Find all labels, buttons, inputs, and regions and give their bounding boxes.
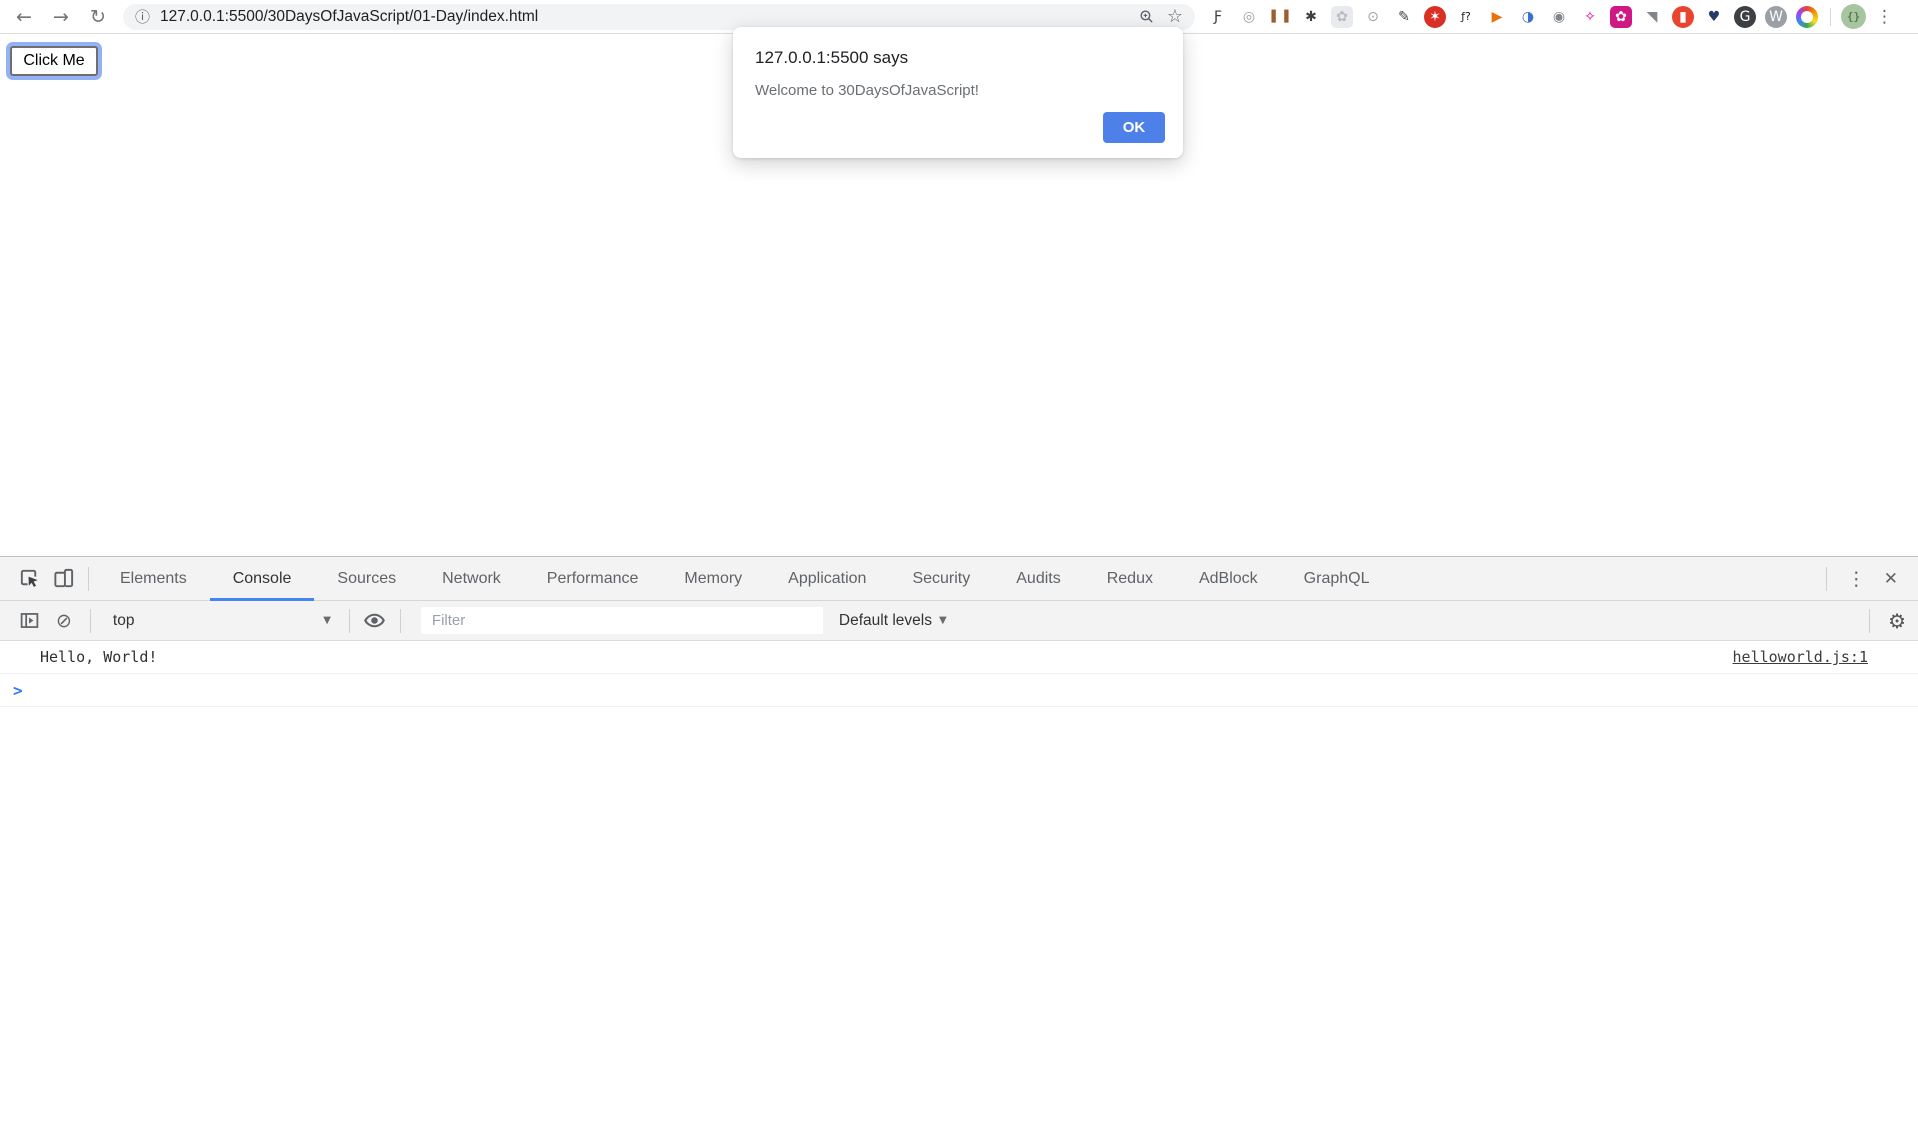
devtools-menu-icon[interactable]: ⋮ <box>1835 568 1878 590</box>
tab-memory[interactable]: Memory <box>661 557 765 601</box>
tab-security[interactable]: Security <box>889 557 993 601</box>
console-toolbar-separator-1 <box>90 609 91 633</box>
alert-title: 127.0.0.1:5500 says <box>755 48 1161 68</box>
clear-console-icon[interactable]: ⊘ <box>56 610 72 632</box>
graphql-extension-icon[interactable]: ✧ <box>1579 6 1601 28</box>
devtools-panel: Elements Console Sources Network Perform… <box>0 556 1918 1146</box>
heart-search-extension-icon[interactable]: ♥ <box>1703 6 1725 28</box>
click-me-button[interactable]: Click Me <box>10 46 98 76</box>
console-settings-gear-icon[interactable]: ⚙ <box>1888 609 1906 633</box>
swirl-extension-icon[interactable]: ◑ <box>1517 6 1539 28</box>
back-icon[interactable]: ← <box>10 3 38 31</box>
tab-graphql[interactable]: GraphQL <box>1281 557 1393 601</box>
log-levels-select[interactable]: Default levels ▼ <box>839 612 947 630</box>
console-filter-input[interactable] <box>421 607 823 634</box>
bookmark-extension-icon[interactable]: ▮ <box>1672 6 1694 28</box>
eyedropper-extension-icon[interactable]: ✎ <box>1393 6 1415 28</box>
tab-sources[interactable]: Sources <box>314 557 419 601</box>
code-dots-extension-icon[interactable]: ⊙ <box>1362 6 1384 28</box>
alert-ok-button[interactable]: OK <box>1103 112 1165 143</box>
live-expression-eye-icon[interactable] <box>358 604 392 638</box>
console-toolbar-separator-2 <box>349 609 350 633</box>
inspect-element-icon[interactable] <box>12 562 46 596</box>
execution-context-value: top <box>113 612 323 630</box>
tab-audits[interactable]: Audits <box>993 557 1083 601</box>
pink-settings-extension-icon[interactable]: ✿ <box>1610 6 1632 28</box>
chevron-down-icon: ▼ <box>323 615 331 626</box>
console-log-text: Hello, World! <box>0 648 157 666</box>
tab-application[interactable]: Application <box>765 557 889 601</box>
profile-avatar[interactable]: {} <box>1841 4 1866 29</box>
camera-extension-icon[interactable]: ◉ <box>1548 6 1570 28</box>
console-log-row: Hello, World! helloworld.js:1 <box>0 641 1918 674</box>
browser-menu-icon[interactable]: ⋮ <box>1876 7 1893 27</box>
console-source-link[interactable]: helloworld.js:1 <box>1733 648 1918 666</box>
extensions-row: Ƒ ◎ ▌▐ ✱ ✿ ⊙ ✎ ✶ ƒ? ▶ ◑ ◉ ✧ ✿ ◥ ▮ ♥ GW <box>1207 6 1818 28</box>
function-help-extension-icon[interactable]: ƒ? <box>1455 6 1477 28</box>
console-toolbar-separator-3 <box>400 609 401 633</box>
site-info-icon[interactable]: ⓘ <box>135 6 150 27</box>
console-toolbar: ⊘ top ▼ Default levels ▼ ⚙ <box>0 601 1918 641</box>
tab-adblock[interactable]: AdBlock <box>1176 557 1281 601</box>
execution-context-select[interactable]: top ▼ <box>103 607 341 635</box>
stop-hand-extension-icon[interactable]: ✶ <box>1424 6 1446 28</box>
log-levels-value: Default levels <box>839 612 932 630</box>
alert-dialog: 127.0.0.1:5500 says Welcome to 30DaysOfJ… <box>733 27 1183 158</box>
address-bar[interactable]: ⓘ 127.0.0.1:5500/30DaysOfJavaScript/01-D… <box>123 4 1195 30</box>
megaphone-extension-icon[interactable]: ▶ <box>1486 6 1508 28</box>
devtools-tabbar: Elements Console Sources Network Perform… <box>0 557 1918 601</box>
console-toolbar-separator-4 <box>1869 609 1870 633</box>
grid-app-extension-icon[interactable]: ✿ <box>1331 6 1353 28</box>
bug-extension-icon[interactable]: ✱ <box>1300 6 1322 28</box>
tabbar-right-separator <box>1826 567 1827 591</box>
reload-icon[interactable]: ↻ <box>84 3 112 31</box>
forward-icon[interactable]: → <box>47 3 75 31</box>
zoom-icon[interactable] <box>1138 8 1155 25</box>
tab-elements[interactable]: Elements <box>97 557 210 601</box>
chevron-down-icon: ▼ <box>939 615 947 626</box>
panels-extension-icon[interactable]: ▌▐ <box>1269 6 1291 28</box>
alert-message: Welcome to 30DaysOfJavaScript! <box>755 82 1161 99</box>
url-text[interactable]: 127.0.0.1:5500/30DaysOfJavaScript/01-Day… <box>160 8 1138 26</box>
g-circle-extension-icon[interactable]: G <box>1734 6 1756 28</box>
tampermonkey-extension-icon[interactable]: ◥ <box>1641 6 1663 28</box>
tab-performance[interactable]: Performance <box>524 557 662 601</box>
console-prompt-chevron-icon: > <box>0 681 23 700</box>
tab-console[interactable]: Console <box>210 557 315 601</box>
colorful-ring-extension-icon[interactable] <box>1796 6 1818 28</box>
devtools-close-icon[interactable]: ✕ <box>1878 569 1904 589</box>
console-sidebar-icon[interactable] <box>12 604 46 638</box>
console-prompt-row[interactable]: > <box>0 674 1918 707</box>
tabbar-separator <box>88 567 89 591</box>
toolbar-separator <box>1830 8 1831 26</box>
font-styler-extension-icon[interactable]: Ƒ <box>1207 6 1229 28</box>
device-toolbar-icon[interactable] <box>46 562 80 596</box>
lens-extension-icon[interactable]: ◎ <box>1238 6 1260 28</box>
tab-redux[interactable]: Redux <box>1084 557 1176 601</box>
w-circle-extension-icon[interactable]: W <box>1765 6 1787 28</box>
tab-network[interactable]: Network <box>419 557 524 601</box>
bookmark-star-icon[interactable]: ☆ <box>1167 6 1183 27</box>
